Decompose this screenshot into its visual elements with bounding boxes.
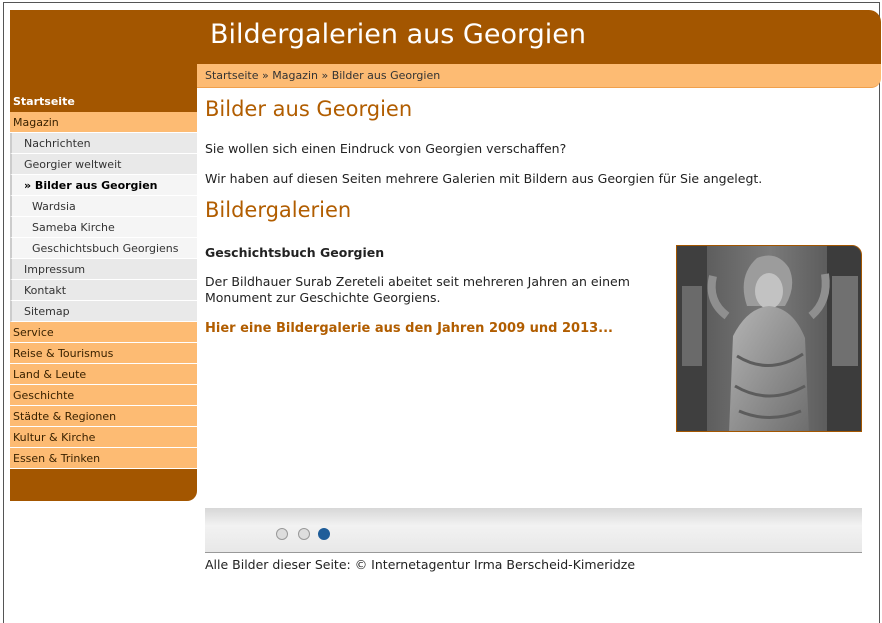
sidebar-item-reise-tourismus[interactable]: Reise & Tourismus: [10, 343, 197, 364]
slider-dot-1[interactable]: [276, 528, 288, 540]
sidebar-item-essen-trinken[interactable]: Essen & Trinken: [10, 448, 197, 469]
intro-question: Sie wollen sich einen Eindruck von Georg…: [205, 141, 567, 156]
footer-credit: Alle Bilder dieser Seite: © Internetagen…: [205, 557, 636, 572]
sidebar-item-impressum[interactable]: Impressum: [10, 259, 197, 280]
sidebar-item-service[interactable]: Service: [10, 322, 197, 343]
breadcrumb-bar: Startseite » Magazin » Bilder aus Georgi…: [197, 64, 881, 88]
sidebar-item-sitemap[interactable]: Sitemap: [10, 301, 197, 322]
statue-illustration: [677, 246, 861, 431]
intro-text: Wir haben auf diesen Seiten mehrere Gale…: [205, 171, 763, 186]
sidebar-nav: Startseite Magazin Nachrichten Georgier wel…: [10, 92, 197, 469]
sidebar: Startseite Magazin Nachrichten Georgier wel…: [10, 64, 197, 501]
sidebar-item-kontakt[interactable]: Kontakt: [10, 280, 197, 301]
sidebar-item-georgier-weltweit[interactable]: Georgier weltweit: [10, 154, 197, 175]
page-title: Bilder aus Georgien: [205, 97, 413, 121]
gallery-thumbnail-image[interactable]: [676, 245, 862, 432]
gallery-link[interactable]: Hier eine Bildergalerie aus den Jahren 2…: [205, 321, 613, 336]
slider-dot-2[interactable]: [298, 528, 310, 540]
image-slider-controls: [205, 508, 862, 553]
sidebar-item-startseite[interactable]: Startseite: [10, 92, 197, 112]
sidebar-item-kultur-kirche[interactable]: Kultur & Kirche: [10, 427, 197, 448]
sidebar-item-städte-regionen[interactable]: Städte & Regionen: [10, 406, 197, 427]
sidebar-item-geschichte[interactable]: Geschichte: [10, 385, 197, 406]
slider-dot-3[interactable]: [318, 528, 330, 540]
sidebar-item-sameba-kirche[interactable]: Sameba Kirche: [10, 217, 197, 238]
site-header: Bildergalerien aus Georgien: [10, 10, 881, 64]
sidebar-item-geschichtsbuch-georgiens[interactable]: Geschichtsbuch Georgiens: [10, 238, 197, 259]
section-title: Bildergalerien: [205, 198, 352, 222]
breadcrumb[interactable]: Startseite » Magazin » Bilder aus Georgi…: [205, 69, 440, 82]
sidebar-item-nachrichten[interactable]: Nachrichten: [10, 133, 197, 154]
gallery-description: Der Bildhauer Surab Zereteli abeitet sei…: [205, 274, 630, 305]
sidebar-item-wardsia[interactable]: Wardsia: [10, 196, 197, 217]
sidebar-item-bilder-aus-georgien[interactable]: » Bilder aus Georgien: [10, 175, 197, 196]
main-content: Bilder aus Georgien Sie wollen sich eine…: [205, 96, 865, 336]
gallery-title: Geschichtsbuch Georgien: [205, 245, 385, 260]
sidebar-item-magazin[interactable]: Magazin: [10, 112, 197, 133]
site-title: Bildergalerien aus Georgien: [210, 19, 586, 50]
sidebar-item-land-leute[interactable]: Land & Leute: [10, 364, 197, 385]
